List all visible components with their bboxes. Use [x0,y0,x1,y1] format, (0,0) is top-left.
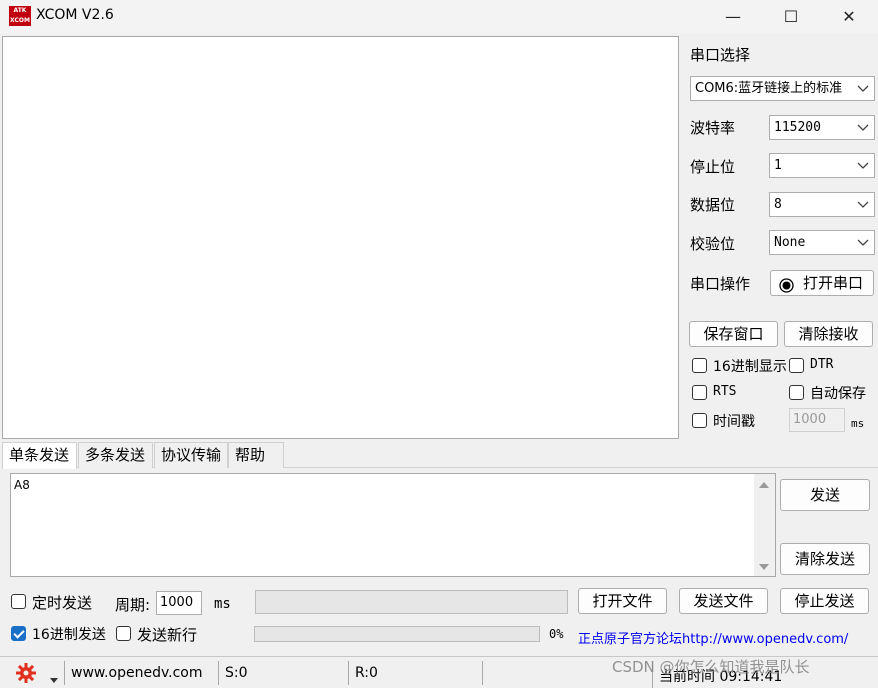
baud-value: 115200 [774,120,821,135]
open-port-button[interactable]: 打开串口 [770,270,874,296]
close-button[interactable]: ✕ [820,0,878,33]
chevron-down-icon [856,231,870,254]
hex-send-checkbox[interactable] [11,626,26,641]
open-file-button[interactable]: 打开文件 [578,588,667,614]
tab-help[interactable]: 帮助 [228,442,284,468]
open-port-label: 打开串口 [802,274,863,292]
window-title: XCOM V2.6 [36,7,114,23]
auto-save-checkbox[interactable] [789,385,804,400]
port-operation-label: 串口操作 [690,275,751,293]
send-newline-label: 发送新行 [137,626,198,644]
baud-label: 波特率 [690,119,736,137]
send-textarea[interactable]: A8 [10,473,776,577]
data-bits-label: 数据位 [690,196,736,214]
stop-bits-select[interactable]: 1 [769,153,875,178]
tab-multi-send[interactable]: 多条发送 [78,442,153,468]
auto-save-label: 自动保存 [810,386,866,402]
save-window-button[interactable]: 保存窗口 [689,321,778,347]
status-url: www.openedv.com [64,661,218,685]
minimize-icon: — [725,7,741,26]
hex-send-label: 16进制发送 [32,627,106,643]
status-received-count: R:0 [348,661,482,685]
status-sent-count: S:0 [218,661,348,685]
hex-display-checkbox[interactable] [692,358,707,373]
forum-link-text: 正点原子官方论坛http://www.openedv.com/ [578,632,849,647]
close-icon: ✕ [842,7,856,26]
scroll-up-icon[interactable] [759,482,769,488]
forum-link[interactable]: 正点原子官方论坛http://www.openedv.com/ [578,628,848,647]
maximize-icon: ☐ [783,7,799,26]
chevron-down-icon [856,154,870,177]
timestamp-label: 时间戳 [713,414,755,430]
title-bar: ATK XCOM XCOM V2.6 — ☐ ✕ [0,0,878,33]
send-progress-percent: 0% [549,627,564,641]
receive-textarea[interactable] [2,36,679,439]
send-scrollbar[interactable] [754,474,775,576]
chevron-down-icon [856,116,870,139]
clear-send-button[interactable]: 清除发送 [780,543,870,575]
data-bits-value: 8 [774,197,782,212]
tab-protocol[interactable]: 协议传输 [154,442,228,468]
parity-label: 校验位 [690,235,736,253]
watermark: CSDN @你怎么知道我是队长 [612,658,810,676]
dropdown-arrow-icon[interactable] [50,671,58,687]
clear-receive-button[interactable]: 清除接收 [784,321,873,347]
port-select-value: COM6:蓝牙链接上的标准 [695,81,843,96]
chevron-down-icon [856,77,870,100]
stop-bits-value: 1 [774,158,782,173]
file-progress-bar [255,590,568,614]
stop-bits-label: 停止位 [690,158,736,176]
period-input[interactable]: 1000 [156,591,202,615]
scroll-down-icon[interactable] [759,564,769,570]
period-unit: ms [214,596,231,612]
chevron-down-icon [856,193,870,216]
maximize-button[interactable]: ☐ [762,0,820,33]
timed-send-label: 定时发送 [32,594,93,612]
app-logo: ATK XCOM [9,6,31,26]
port-select[interactable]: COM6:蓝牙链接上的标准 [690,76,875,101]
hex-display-label: 16进制显示 [713,359,787,375]
timestamp-unit: ms [851,417,865,430]
send-newline-checkbox[interactable] [116,626,131,641]
data-bits-select[interactable]: 8 [769,192,875,217]
timed-send-checkbox[interactable] [11,594,26,609]
period-label: 周期: [115,596,151,614]
radio-indicator-icon [779,276,794,300]
send-button[interactable]: 发送 [780,479,870,511]
parity-select[interactable]: None [769,230,875,255]
dtr-checkbox[interactable] [789,358,804,373]
timestamp-interval-input[interactable]: 1000 [789,408,845,432]
gear-icon[interactable] [15,662,37,688]
port-select-label: 串口选择 [690,46,751,64]
stop-send-button[interactable]: 停止发送 [780,588,869,614]
parity-value: None [774,235,806,250]
send-file-button[interactable]: 发送文件 [679,588,768,614]
dtr-label: DTR [810,357,834,372]
baud-select[interactable]: 115200 [769,115,875,140]
minimize-button[interactable]: — [704,0,762,33]
timestamp-checkbox[interactable] [692,413,707,428]
send-progress-bar [254,626,540,642]
rts-label: RTS [713,384,737,399]
tab-single-send[interactable]: 单条发送 [2,442,77,469]
rts-checkbox[interactable] [692,385,707,400]
